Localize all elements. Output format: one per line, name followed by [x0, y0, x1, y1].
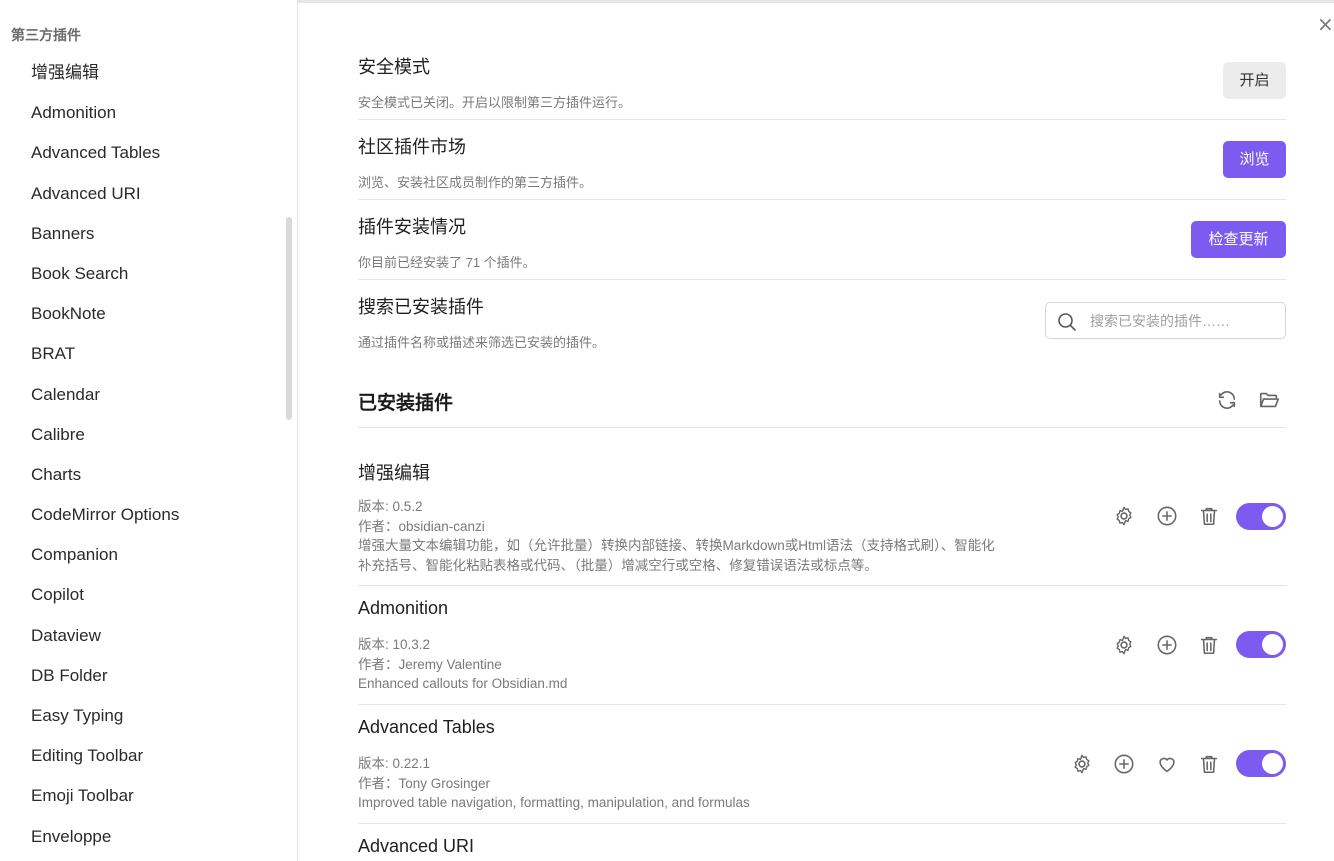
search-icon: [1058, 313, 1076, 331]
plugin-desc: 补充括号、智能化粘贴表格或代码、（批量）增减空行或空格、修复错误语法或标点等。: [358, 557, 878, 573]
sidebar-list: 增强编辑 Admonition Advanced Tables Advanced…: [0, 53, 280, 857]
plugin-name: 增强编辑: [358, 463, 430, 483]
setting-desc: 通过插件名称或描述来筛选已安装的插件。: [358, 335, 606, 350]
gear-icon[interactable]: [1113, 634, 1135, 656]
plugin-meta: 版本: 0.22.1 作者：Tony Grosinger Improved ta…: [358, 754, 1088, 813]
sidebar-scrollbar[interactable]: [286, 217, 292, 420]
setting-desc: 浏览、安装社区成员制作的第三方插件。: [358, 175, 593, 190]
setting-desc: 安全模式已关闭。开启以限制第三方插件运行。: [358, 95, 632, 110]
plugin-desc: 增强大量文本编辑功能，如（允许批量）转换内部链接、转换Markdown或Html…: [358, 538, 995, 553]
folder-open-icon[interactable]: [1258, 389, 1280, 411]
add-circle-icon[interactable]: [1113, 753, 1135, 775]
safe-mode-button[interactable]: 开启: [1223, 62, 1286, 99]
sidebar-item[interactable]: BRAT: [0, 334, 280, 374]
setting-market: 社区插件市场 浏览、安装社区成员制作的第三方插件。 浏览: [358, 120, 1286, 200]
sidebar-item[interactable]: Advanced Tables: [0, 133, 280, 173]
plugin-card: Admonition 版本: 10.3.2 作者：Jeremy Valentin…: [358, 586, 1286, 705]
toggle-knob: [1262, 634, 1283, 655]
gear-icon[interactable]: [1113, 505, 1135, 527]
sidebar-heading: 第三方插件: [11, 28, 81, 44]
plugin-card: Advanced Tables 版本: 0.22.1 作者：Tony Grosi…: [358, 705, 1286, 824]
plugin-toggle[interactable]: [1236, 750, 1286, 777]
toggle-knob: [1262, 753, 1283, 774]
setting-install-status: 插件安装情况 你目前已经安装了 71 个插件。 检查更新: [358, 200, 1286, 280]
sidebar-item[interactable]: CodeMirror Options: [0, 495, 280, 535]
sidebar-item[interactable]: Advanced URI: [0, 174, 280, 214]
sidebar-item[interactable]: Enveloppe: [0, 817, 280, 857]
trash-icon[interactable]: [1198, 505, 1220, 527]
plugin-meta: 版本: 10.3.2 作者：Jeremy Valentine Enhanced …: [358, 635, 1088, 694]
close-icon[interactable]: ×: [1317, 14, 1334, 34]
setting-safe-mode: 安全模式 安全模式已关闭。开启以限制第三方插件运行。 开启: [358, 40, 1286, 120]
main-panel: 安全模式 安全模式已关闭。开启以限制第三方插件运行。 开启 社区插件市场 浏览、…: [358, 0, 1286, 861]
setting-search: 搜索已安装插件 通过插件名称或描述来筛选已安装的插件。: [358, 280, 1286, 360]
installed-plugins-title: 已安装插件: [358, 393, 454, 414]
heart-icon[interactable]: [1156, 753, 1178, 775]
sidebar-item[interactable]: Book Search: [0, 254, 280, 294]
sidebar-item[interactable]: Calendar: [0, 375, 280, 415]
sidebar-item[interactable]: 增强编辑: [0, 53, 280, 93]
sidebar: 第三方插件 增强编辑 Admonition Advanced Tables Ad…: [0, 0, 298, 861]
plugin-author: 作者：Jeremy Valentine: [358, 656, 502, 672]
search-input[interactable]: [1090, 309, 1275, 333]
add-circle-icon[interactable]: [1156, 634, 1178, 656]
plugin-toggle[interactable]: [1236, 503, 1286, 530]
plugin-desc: Enhanced callouts for Obsidian.md: [358, 676, 568, 691]
plugin-toggle[interactable]: [1236, 631, 1286, 658]
browse-button[interactable]: 浏览: [1223, 141, 1286, 178]
search-field[interactable]: [1045, 302, 1286, 339]
setting-name: 社区插件市场: [358, 137, 466, 157]
toggle-knob: [1262, 506, 1283, 527]
plugin-meta: 版本: 0.5.2 作者：obsidian-canzi 增强大量文本编辑功能，如…: [358, 497, 1088, 575]
sidebar-item[interactable]: Companion: [0, 535, 280, 575]
plugin-name: Admonition: [358, 598, 449, 618]
plugin-version: 版本: 10.3.2: [358, 637, 431, 652]
gear-icon[interactable]: [1071, 753, 1093, 775]
setting-desc: 你目前已经安装了 71 个插件。: [358, 255, 536, 270]
trash-icon[interactable]: [1198, 634, 1220, 656]
sidebar-item[interactable]: Editing Toolbar: [0, 736, 280, 776]
setting-name: 插件安装情况: [358, 217, 466, 237]
sidebar-item[interactable]: Charts: [0, 455, 280, 495]
trash-icon[interactable]: [1198, 753, 1220, 775]
plugin-card: Advanced URI: [358, 824, 1286, 861]
plugin-card: 增强编辑 版本: 0.5.2 作者：obsidian-canzi 增强大量文本编…: [358, 428, 1286, 586]
sidebar-item[interactable]: BookNote: [0, 294, 280, 334]
plugin-version: 版本: 0.5.2: [358, 499, 423, 514]
plugin-author: 作者：obsidian-canzi: [358, 518, 485, 534]
sidebar-item[interactable]: Banners: [0, 214, 280, 254]
sidebar-item[interactable]: Easy Typing: [0, 696, 280, 736]
sidebar-item[interactable]: Dataview: [0, 616, 280, 656]
sidebar-item[interactable]: Emoji Toolbar: [0, 776, 280, 816]
sidebar-item[interactable]: Admonition: [0, 93, 280, 133]
refresh-icon[interactable]: [1216, 389, 1238, 411]
plugin-author: 作者：Tony Grosinger: [358, 775, 491, 791]
plugin-desc: Improved table navigation, formatting, m…: [358, 795, 750, 810]
plugin-name: Advanced Tables: [358, 717, 495, 737]
sidebar-item[interactable]: Copilot: [0, 575, 280, 615]
check-updates-button[interactable]: 检查更新: [1191, 221, 1286, 258]
plugin-name: Advanced URI: [358, 836, 475, 856]
setting-name: 搜索已安装插件: [358, 297, 484, 317]
setting-name: 安全模式: [358, 57, 430, 77]
add-circle-icon[interactable]: [1156, 505, 1178, 527]
sidebar-item[interactable]: DB Folder: [0, 656, 280, 696]
sidebar-item[interactable]: Calibre: [0, 415, 280, 455]
plugin-version: 版本: 0.22.1: [358, 756, 431, 771]
